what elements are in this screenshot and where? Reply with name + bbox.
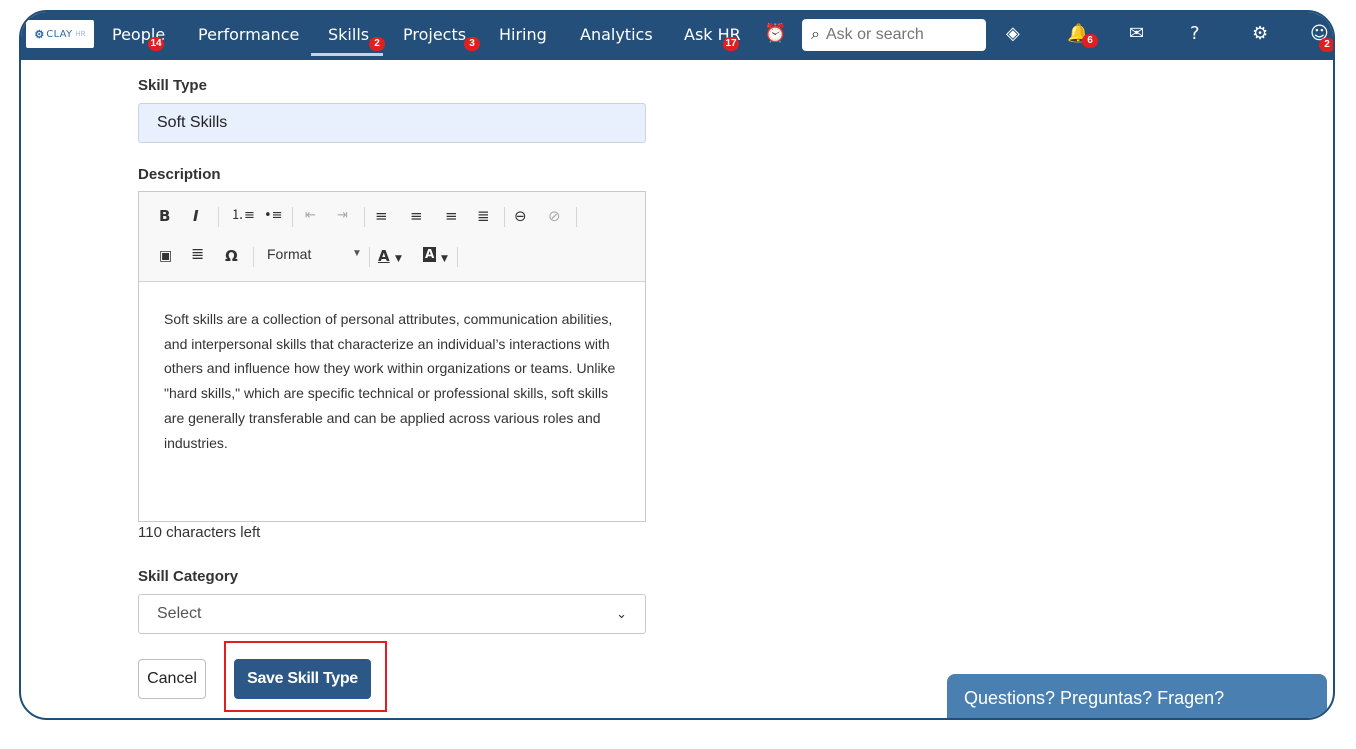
save-skill-type-button[interactable]: Save Skill Type bbox=[234, 659, 371, 699]
text-color-button[interactable]: A bbox=[378, 247, 390, 265]
logo-text: CLAY bbox=[46, 28, 73, 40]
bulleted-list-icon[interactable]: •≡ bbox=[264, 207, 283, 225]
clayhr-logo[interactable]: ⚙ CLAY HR bbox=[26, 20, 94, 48]
skill-type-input[interactable] bbox=[138, 103, 646, 143]
skill-category-value: Select bbox=[157, 605, 202, 622]
format-dropdown-caret-icon: ▼ bbox=[352, 248, 362, 259]
help-circle-icon[interactable]: ? bbox=[1190, 24, 1200, 44]
nav-projects-label: Projects bbox=[403, 25, 467, 44]
skill-category-label: Skill Category bbox=[138, 568, 239, 585]
toolbar-separator bbox=[369, 247, 370, 267]
unlink-icon[interactable]: ⊘ bbox=[548, 207, 561, 225]
nav-projects[interactable]: Projects 3 bbox=[403, 25, 480, 51]
cancel-button[interactable]: Cancel bbox=[138, 659, 206, 699]
skill-category-select[interactable]: Select ⌄ bbox=[138, 594, 646, 634]
background-color-caret-icon: ▼ bbox=[441, 254, 448, 264]
toolbar-separator bbox=[218, 207, 219, 227]
toolbar-separator bbox=[576, 207, 577, 227]
text-color-caret-icon: ▼ bbox=[395, 254, 402, 264]
toolbar-separator bbox=[457, 247, 458, 267]
nav-performance-label: Performance bbox=[198, 25, 300, 44]
horizontal-rule-icon[interactable]: ≣ bbox=[191, 245, 204, 263]
characters-left-counter: 110 characters left bbox=[138, 524, 261, 541]
chevron-down-icon: ⌄ bbox=[616, 606, 627, 621]
toolbar-separator bbox=[504, 207, 505, 227]
format-dropdown[interactable]: Format bbox=[267, 246, 311, 262]
nav-hiring[interactable]: Hiring bbox=[499, 25, 547, 44]
background-color-button[interactable]: A bbox=[423, 247, 437, 262]
align-center-icon[interactable]: ≡ bbox=[410, 207, 423, 225]
numbered-list-icon[interactable]: ⒈≡ bbox=[231, 207, 255, 225]
toolbar-separator bbox=[292, 207, 293, 227]
outdent-icon[interactable]: ⇤ bbox=[305, 207, 316, 225]
align-left-icon[interactable]: ≡ bbox=[375, 207, 388, 225]
nav-ask-hr-badge: 17 bbox=[723, 37, 739, 51]
nav-skills-label: Skills bbox=[328, 25, 370, 44]
align-right-icon[interactable]: ≡ bbox=[445, 207, 458, 225]
nav-performance[interactable]: Performance bbox=[198, 25, 299, 44]
settings-gear-icon[interactable]: ⚙ bbox=[1252, 24, 1268, 44]
skill-type-label: Skill Type bbox=[138, 77, 207, 94]
alarm-clock-icon[interactable]: ⏰ bbox=[764, 24, 786, 44]
nav-people[interactable]: People 14 bbox=[112, 25, 165, 51]
nav-analytics-label: Analytics bbox=[580, 25, 653, 44]
nav-projects-badge: 3 bbox=[464, 37, 480, 51]
top-nav-bar: ⚙ CLAY HR People 14 Performance Skills 2… bbox=[21, 12, 1333, 60]
nav-ask-hr[interactable]: Ask HR 17 bbox=[684, 25, 741, 51]
rich-text-editor[interactable]: B I ⒈≡ •≡ ⇤ ⇥ ≡ ≡ ≡ ≣ ⊖ ⊘ ▣ ≣ Ω Format ▼… bbox=[138, 191, 646, 522]
notifications-badge: 6 bbox=[1082, 34, 1098, 48]
nav-hiring-label: Hiring bbox=[499, 25, 547, 44]
help-chat-label: Questions? Preguntas? Fragen? bbox=[964, 687, 1225, 708]
help-chat-tab[interactable]: Questions? Preguntas? Fragen? bbox=[947, 674, 1327, 718]
align-justify-icon[interactable]: ≣ bbox=[477, 207, 490, 225]
link-icon[interactable]: ⊖ bbox=[514, 207, 527, 225]
nav-analytics[interactable]: Analytics bbox=[580, 25, 653, 44]
image-icon[interactable]: ▣ bbox=[159, 247, 172, 265]
search-box[interactable]: ⌕ bbox=[802, 19, 986, 51]
editor-toolbar: B I ⒈≡ •≡ ⇤ ⇥ ≡ ≡ ≡ ≣ ⊖ ⊘ ▣ ≣ Ω Format ▼… bbox=[139, 192, 645, 282]
profile-badge: 2 bbox=[1319, 38, 1333, 52]
toolbar-separator bbox=[253, 247, 254, 267]
italic-button[interactable]: I bbox=[193, 207, 199, 225]
search-input[interactable] bbox=[823, 25, 978, 45]
mail-icon[interactable]: ✉ bbox=[1129, 24, 1144, 44]
description-label: Description bbox=[138, 166, 221, 183]
nav-people-badge: 14 bbox=[148, 37, 164, 51]
toolbar-separator bbox=[364, 207, 365, 227]
bold-button[interactable]: B bbox=[159, 207, 170, 225]
layers-icon[interactable]: ◈ bbox=[1006, 24, 1020, 44]
indent-icon[interactable]: ⇥ bbox=[337, 207, 348, 225]
logo-gear-icon: ⚙ bbox=[34, 28, 45, 41]
search-icon: ⌕ bbox=[811, 26, 820, 43]
special-character-button[interactable]: Ω bbox=[225, 247, 238, 265]
app-frame: ⚙ CLAY HR People 14 Performance Skills 2… bbox=[19, 10, 1335, 720]
nav-skills-badge: 2 bbox=[369, 37, 385, 51]
description-text[interactable]: Soft skills are a collection of personal… bbox=[164, 307, 624, 455]
nav-skills[interactable]: Skills 2 bbox=[310, 25, 385, 56]
logo-suffix: HR bbox=[75, 30, 86, 38]
